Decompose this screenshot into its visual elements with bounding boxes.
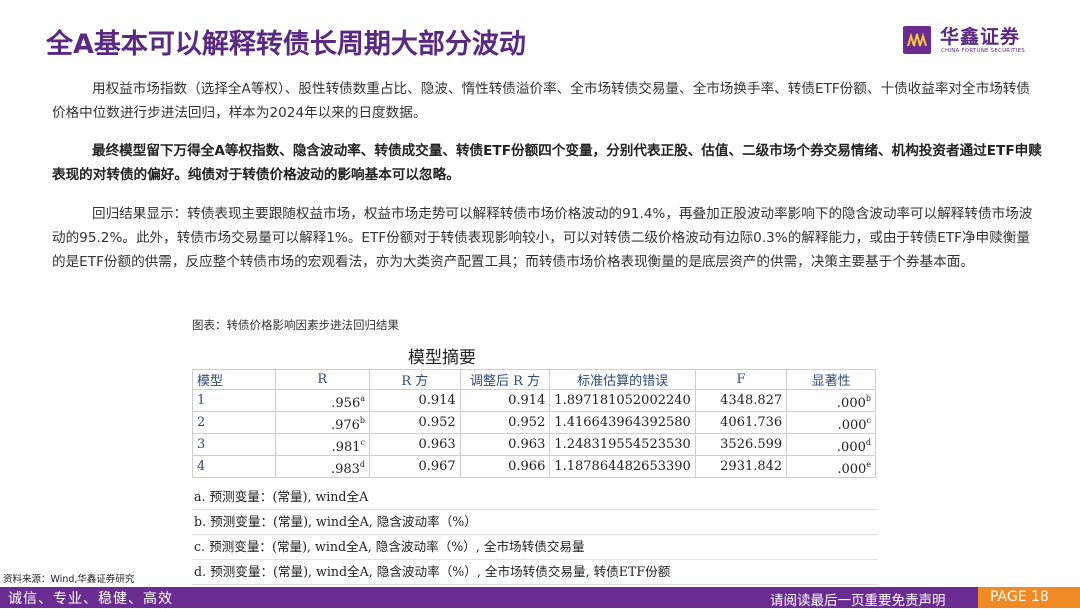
sig-footnote: b	[865, 394, 871, 403]
paragraph-results: 回归结果显示：转债表现主要跟随权益市场，权益市场走势可以解释转债市场价格波动的9…	[52, 206, 1033, 270]
cell-r2: 0.963	[369, 433, 461, 456]
r-footnote: a	[360, 394, 366, 403]
cell-sig: .000b	[786, 389, 876, 412]
cell-f: 2931.842	[694, 455, 788, 478]
table-footnotes: a. 预测变量：(常量), wind全A b. 预测变量：(常量), wind全…	[192, 485, 878, 585]
cell-se: 1.897181052002240	[549, 389, 696, 412]
sig-footnote: e	[866, 460, 871, 469]
footer-slogan: 诚信、专业、稳健、高效	[8, 591, 173, 607]
cell-r2: 0.967	[369, 455, 461, 478]
model-summary-figure: 模型摘要 模型 R R 方 调整后 R 方 标准估算的错误 F 显著性 1 .9…	[192, 341, 878, 585]
col-header-se: 标准估算的错误	[549, 369, 696, 390]
col-header-f: F	[694, 369, 788, 390]
page-title: 全A基本可以解释转债长周期大部分波动	[46, 29, 526, 60]
cell-r2: 0.914	[369, 389, 461, 412]
page-number: PAGE 18	[978, 587, 1080, 608]
table-row: 4 .983d 0.967 0.966 1.187864482653390 29…	[192, 455, 876, 478]
col-header-adj-r2: 调整后 R 方	[459, 369, 551, 390]
cell-sig: .000e	[786, 455, 876, 478]
r-value: .956	[331, 396, 361, 411]
footnote-d: d. 预测变量：(常量), wind全A, 隐含波动率（%）, 全市场转债交易量…	[192, 560, 878, 585]
cell-se: 1.187864482653390	[549, 455, 696, 478]
r-value: .983	[330, 462, 360, 477]
footnote-b: b. 预测变量：(常量), wind全A, 隐含波动率（%）	[192, 510, 878, 535]
r-value: .976	[330, 418, 360, 433]
cell-se: 1.248319554523530	[549, 433, 696, 456]
cell-f: 4348.827	[694, 389, 788, 412]
col-header-sig: 显著性	[786, 369, 876, 390]
cell-model: 1	[192, 389, 276, 412]
sig-value: .000	[837, 418, 867, 433]
cell-adj-r2: 0.966	[459, 455, 551, 478]
paragraph-method: 用权益市场指数（选择全A等权）、股性转债数重占比、隐波、惰性转债溢价率、全市场转…	[52, 81, 1030, 121]
r-footnote: c	[360, 438, 366, 447]
cell-model: 3	[192, 433, 276, 456]
cell-r: .976b	[274, 411, 371, 434]
figure-caption: 图表：转债价格影响因素步进法回归结果	[192, 318, 399, 332]
cell-sig: .000c	[786, 411, 876, 434]
cell-adj-r2: 0.914	[459, 389, 551, 412]
data-source: 资料来源：Wind,华鑫证券研究	[3, 574, 135, 585]
cell-model: 2	[192, 411, 276, 434]
cell-r: .956a	[274, 389, 371, 412]
cell-adj-r2: 0.952	[459, 411, 551, 434]
company-logo: 华鑫证券 CHINA FORTUNE SECURITIES	[903, 22, 1043, 58]
col-header-r2: R 方	[369, 369, 461, 390]
table-title: 模型摘要	[408, 348, 476, 368]
table-row: 1 .956a 0.914 0.914 1.897181052002240 43…	[192, 389, 876, 412]
hx-logo-icon	[903, 26, 931, 54]
model-summary-table: 模型 R R 方 调整后 R 方 标准估算的错误 F 显著性 1 .956a 0…	[192, 369, 876, 478]
sig-value: .000	[836, 440, 866, 455]
footnote-c: c. 预测变量：(常量), wind全A, 隐含波动率（%）, 全市场转债交易量	[192, 535, 878, 560]
r-footnote: b	[359, 416, 366, 425]
cell-f: 4061.736	[694, 411, 788, 434]
cell-r: .983d	[274, 455, 371, 478]
sig-footnote: d	[865, 438, 871, 447]
cell-se: 1.416643964392580	[549, 411, 696, 434]
r-footnote: d	[359, 460, 366, 469]
footer-bar: 诚信、专业、稳健、高效 请阅读最后一页重要免责声明 PAGE 18	[0, 587, 1080, 609]
sig-value: .000	[836, 396, 866, 411]
table-row: 2 .976b 0.952 0.952 1.416643964392580 40…	[192, 411, 876, 434]
cell-adj-r2: 0.963	[459, 433, 551, 456]
logo-cn-text: 华鑫证券	[940, 26, 1021, 48]
cell-r: .981c	[274, 433, 371, 456]
footnote-a: a. 预测变量：(常量), wind全A	[192, 485, 878, 510]
cell-f: 3526.599	[694, 433, 788, 456]
col-header-model: 模型	[192, 369, 276, 390]
table-header-row: 模型 R R 方 调整后 R 方 标准估算的错误 F 显著性	[192, 369, 876, 390]
sig-footnote: c	[866, 416, 871, 425]
table-row: 3 .981c 0.963 0.963 1.248319554523530 35…	[192, 433, 876, 456]
logo-en-text: CHINA FORTUNE SECURITIES	[941, 48, 1025, 54]
footer-disclaimer: 请阅读最后一页重要免责声明	[770, 593, 946, 609]
cell-sig: .000d	[786, 433, 876, 456]
cell-r2: 0.952	[369, 411, 461, 434]
r-value: .981	[331, 440, 361, 455]
cell-model: 4	[192, 455, 276, 478]
paragraph-final-model: 最终模型留下万得全A等权指数、隐含波动率、转债成交量、转债ETF份额四个变量，分…	[52, 143, 1042, 183]
col-header-r: R	[274, 369, 371, 390]
sig-value: .000	[837, 462, 867, 477]
